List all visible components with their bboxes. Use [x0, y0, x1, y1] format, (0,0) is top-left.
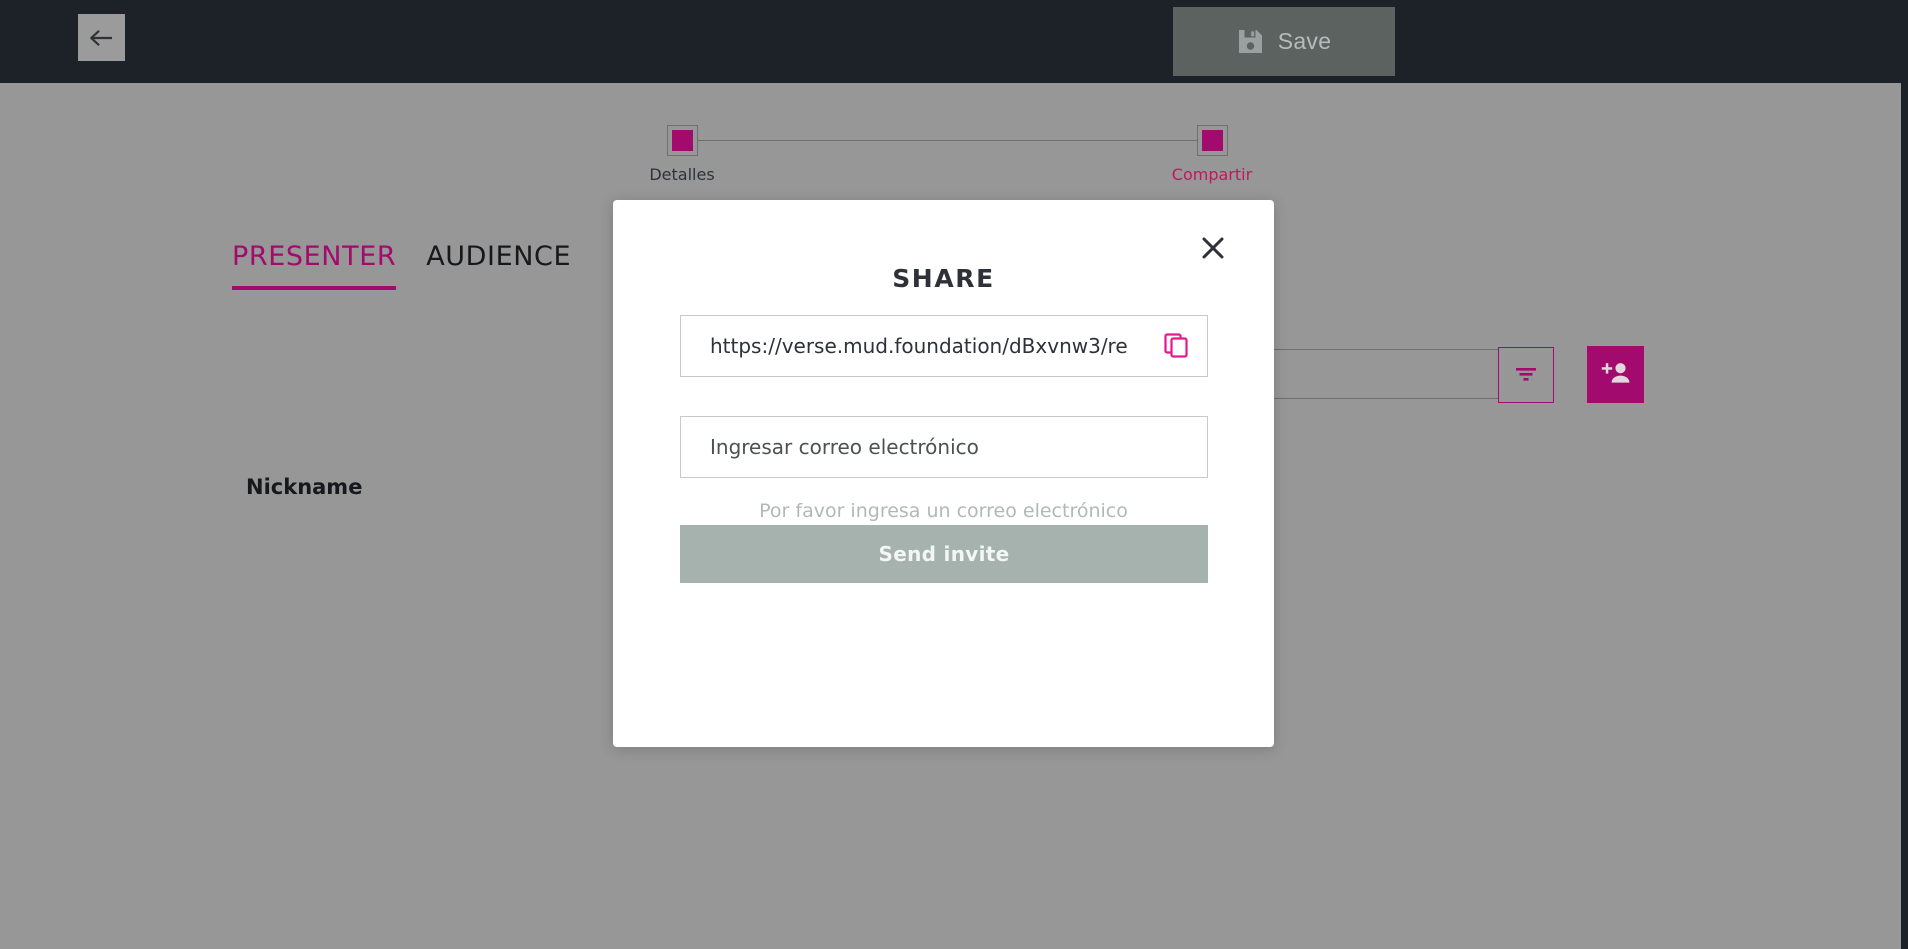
send-invite-button[interactable]: Send invite: [680, 525, 1208, 583]
copy-link-button[interactable]: [1145, 316, 1207, 376]
share-link-row: [680, 315, 1208, 377]
email-input[interactable]: [680, 416, 1208, 478]
email-validation-message: Por favor ingresa un correo electrónico: [759, 500, 1128, 522]
share-modal: SHARE Por favor ingresa un correo ele: [613, 200, 1274, 747]
app-root: Detalles Compartir PRESENTER AUDIENCE Ni…: [0, 0, 1908, 949]
close-button[interactable]: [1196, 232, 1230, 266]
share-link-input[interactable]: [681, 334, 1145, 358]
modal-title: SHARE: [892, 264, 995, 293]
copy-icon: [1163, 332, 1189, 361]
close-icon: [1200, 235, 1226, 264]
